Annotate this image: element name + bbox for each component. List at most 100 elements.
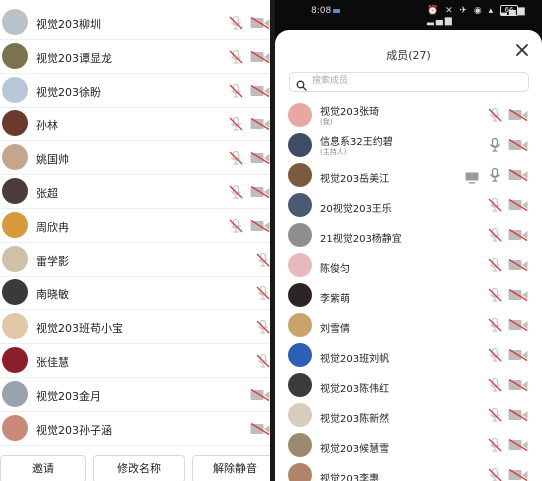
member-name: 张佳慧: [36, 356, 69, 369]
camera-off-icon[interactable]: [250, 422, 270, 435]
member-row[interactable]: 姚国帅: [0, 141, 270, 176]
camera-off-icon[interactable]: [508, 109, 528, 121]
avatar: [288, 223, 312, 247]
mic-muted-icon[interactable]: [487, 317, 503, 333]
screen-share-icon: [465, 169, 479, 188]
member-row[interactable]: 刘雪倩: [275, 310, 542, 340]
camera-off-icon[interactable]: [250, 50, 270, 63]
member-row[interactable]: 视觉203陈伟红: [275, 370, 542, 400]
member-row[interactable]: 信息系32王约碧 (主持人): [275, 130, 542, 160]
camera-off-icon[interactable]: [250, 219, 270, 232]
mic-muted-icon[interactable]: [228, 184, 244, 200]
camera-off-icon[interactable]: [250, 152, 270, 165]
camera-off-icon[interactable]: [508, 139, 528, 151]
camera-off-icon[interactable]: [508, 439, 528, 451]
camera-off-icon[interactable]: [508, 469, 528, 481]
camera-off-icon[interactable]: [508, 259, 528, 271]
camera-off-icon[interactable]: [508, 409, 528, 421]
mic-muted-icon[interactable]: [228, 83, 244, 99]
member-row[interactable]: 孙林: [0, 107, 270, 142]
avatar: [2, 76, 28, 103]
mic-muted-icon[interactable]: [487, 107, 503, 123]
camera-off-icon[interactable]: [508, 199, 528, 211]
member-row[interactable]: 视觉203班苟小宝: [0, 310, 270, 345]
invite-button[interactable]: 邀请: [0, 455, 86, 481]
avatar: [2, 42, 28, 69]
member-row[interactable]: 视觉203孙子涵: [0, 412, 270, 446]
mic-muted-icon[interactable]: [487, 347, 503, 363]
unmute-all-button[interactable]: 解除静音: [192, 455, 270, 481]
member-row[interactable]: 视觉203岳美江: [275, 160, 542, 190]
mic-muted-icon[interactable]: [487, 377, 503, 393]
status-icons: ⏰ ✕ ✈ ◉ ▴ ▂▄▆ ▂▄▆: [427, 6, 527, 26]
members-sheet: 成员(27) 视觉203张琦(我)信息系32王约碧(主持人)视觉203岳美江20…: [275, 30, 542, 481]
member-row[interactable]: 视觉203柳圳: [0, 6, 270, 40]
close-icon[interactable]: [514, 42, 530, 58]
member-name: 李紫萌: [320, 294, 350, 305]
mic-muted-icon[interactable]: [228, 49, 244, 65]
mic-muted-icon[interactable]: [487, 287, 503, 303]
member-name: 视觉203陈新然: [320, 414, 390, 425]
member-row[interactable]: 张佳慧: [0, 344, 270, 378]
mic-muted-icon[interactable]: [228, 15, 244, 31]
mic-icon[interactable]: [487, 167, 503, 183]
mic-muted-icon[interactable]: [487, 197, 503, 213]
member-row[interactable]: 视觉203徐盼: [0, 74, 270, 108]
camera-off-icon[interactable]: [508, 229, 528, 241]
member-row[interactable]: 视觉203班刘帆: [275, 340, 542, 370]
camera-off-icon[interactable]: [508, 169, 528, 181]
member-row[interactable]: 21视觉203杨静宜: [275, 220, 542, 250]
mic-muted-icon[interactable]: [487, 227, 503, 243]
mic-muted-icon[interactable]: [487, 257, 503, 273]
camera-off-icon[interactable]: [250, 17, 270, 29]
member-row[interactable]: 陈俊匀: [275, 250, 542, 280]
mic-muted-icon[interactable]: [255, 252, 270, 268]
member-row[interactable]: 视觉203金月: [0, 378, 270, 412]
mic-muted-icon[interactable]: [228, 218, 244, 234]
camera-off-icon[interactable]: [250, 84, 270, 97]
member-row[interactable]: 视觉203谭显龙: [0, 40, 270, 74]
bottom-button-bar: 邀请 修改名称 解除静音: [0, 452, 270, 481]
member-row[interactable]: 南晓敏: [0, 276, 270, 311]
member-row[interactable]: 周欣冉: [0, 209, 270, 243]
search-box[interactable]: [289, 72, 529, 92]
member-name: 张超: [36, 187, 58, 200]
avatar: [288, 433, 312, 457]
member-row[interactable]: 20视觉203王乐: [275, 190, 542, 220]
member-name: 孙林: [36, 119, 58, 133]
camera-off-icon[interactable]: [508, 319, 528, 331]
camera-off-icon[interactable]: [250, 388, 270, 401]
member-row[interactable]: 雷学影: [0, 243, 270, 277]
avatar: [288, 163, 312, 187]
member-name: 视觉203孙子涵: [36, 423, 112, 437]
camera-off-icon[interactable]: [508, 349, 528, 361]
mic-muted-icon[interactable]: [487, 407, 503, 423]
rename-button[interactable]: 修改名称: [93, 455, 185, 481]
camera-off-icon[interactable]: [508, 289, 528, 301]
member-name: 周欣冉: [36, 220, 69, 234]
member-row[interactable]: 视觉203张琦 (我): [275, 100, 542, 130]
member-row[interactable]: 视觉203李惠: [275, 460, 542, 481]
mic-muted-icon[interactable]: [255, 353, 270, 369]
member-row[interactable]: 李紫萌: [275, 280, 542, 310]
mic-muted-icon[interactable]: [255, 319, 270, 335]
mic-icon[interactable]: [487, 137, 503, 153]
avatar: [288, 313, 312, 337]
member-row[interactable]: 视觉203陈新然: [275, 400, 542, 430]
avatar: [288, 103, 312, 127]
search-input[interactable]: [312, 74, 512, 88]
member-name: 21视觉203杨静宜: [320, 234, 402, 245]
camera-off-icon[interactable]: [250, 186, 270, 198]
mic-muted-icon[interactable]: [487, 467, 503, 481]
camera-off-icon[interactable]: [250, 118, 270, 131]
mic-muted-icon[interactable]: [255, 285, 270, 301]
mic-muted-icon[interactable]: [228, 150, 244, 166]
mic-muted-icon[interactable]: [487, 437, 503, 453]
mic-muted-icon[interactable]: [228, 116, 244, 132]
avatar: [2, 313, 28, 340]
notification-icon: [333, 9, 340, 13]
avatar: [2, 144, 28, 171]
member-row[interactable]: 视觉203候慧雪: [275, 430, 542, 460]
camera-off-icon[interactable]: [508, 379, 528, 391]
member-row[interactable]: 张超: [0, 175, 270, 209]
